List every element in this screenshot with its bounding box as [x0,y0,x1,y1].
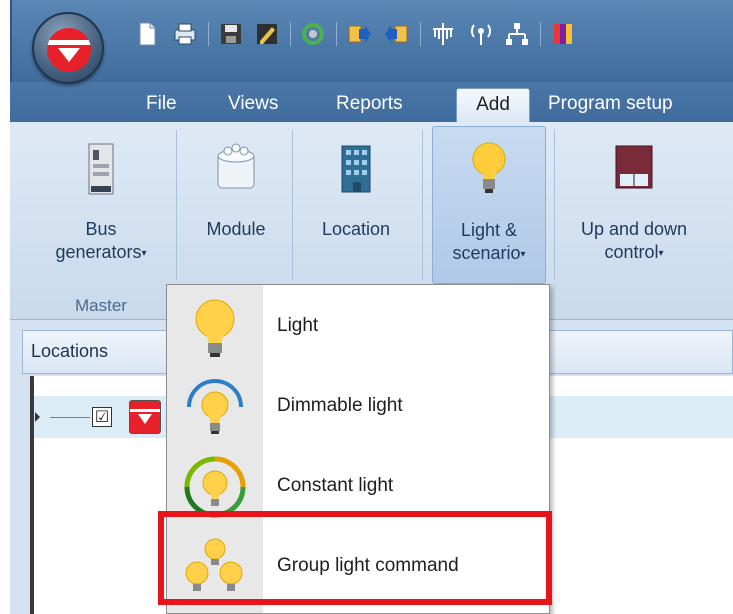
tab-add[interactable]: Add [456,88,530,122]
network-bus-icon[interactable] [430,21,456,47]
menu-item-label: Group light command [277,555,459,576]
tab-file[interactable]: File [138,88,185,122]
new-document-icon[interactable] [134,21,160,47]
title-bar [10,0,733,82]
constant-light-icon [184,456,246,518]
menu-item-label: Dimmable light [277,395,403,416]
light-scenario-label-line2: scenario [452,243,521,263]
dropdown-caret-icon: ▾ [658,247,664,259]
light-scenario-dropdown-menu: Light Dimmable light Constant light Grou… [166,284,550,614]
lightbulb-icon [195,299,235,357]
light-scenario-label-line1: Light & [460,220,518,240]
up-down-control-button[interactable]: Up and down control▾ [564,126,704,284]
print-icon[interactable] [172,21,198,47]
up-down-label-line2: control [604,242,659,262]
tab-reports[interactable]: Reports [328,88,411,122]
location-label: Location [321,219,391,239]
menu-item-dimmable-light[interactable]: Dimmable light [167,367,549,447]
tab-views[interactable]: Views [220,88,286,122]
group-light-icon [185,538,243,591]
light-scenario-button[interactable]: Light & scenario▾ [432,126,546,284]
toolbar-separator [208,22,209,46]
ribbon-separator [422,130,423,280]
ribbon-separator [554,130,555,280]
toolbar-separator [540,22,541,46]
window-blind-icon [615,145,653,189]
ribbon-separator [176,130,177,280]
menu-item-group-light-command[interactable]: Group light command [167,527,549,607]
menu-item-light[interactable]: Light [167,287,549,367]
module-icon [217,143,255,189]
tree-checkbox[interactable]: ☑ [92,407,112,427]
module-button[interactable]: Module [186,126,286,284]
app-menu-orb[interactable] [32,12,104,84]
export-icon[interactable] [346,21,372,47]
quick-access-toolbar [130,12,733,56]
up-down-label-line1: Up and down [580,219,688,239]
lightbulb-icon [472,142,506,193]
save-icon[interactable] [218,21,244,47]
ribbon-group-label-master: Master [75,296,127,315]
tab-program-setup[interactable]: Program setup [540,88,681,122]
location-button[interactable]: Location [300,126,412,284]
module-label: Module [206,219,266,239]
bus-generators-label-line1: Bus [85,219,117,239]
dimmable-light-icon [187,379,243,434]
bus-generators-button[interactable]: Bus generators▾ [32,126,170,284]
toolbar-separator [290,22,291,46]
refresh-icon[interactable] [300,21,326,47]
app-window: File Views Reports Add Program setup Bus… [0,0,733,614]
ribbon-tab-row: File Views Reports Add Program setup [10,82,733,122]
bus-generator-icon [88,143,114,195]
color-palette-icon[interactable] [550,21,576,47]
panel-title: Locations [31,341,109,361]
menu-item-constant-light[interactable]: Constant light [167,447,549,527]
tree-connector-line [50,417,90,418]
edit-icon[interactable] [254,21,280,47]
menu-item-label: Light [277,315,319,336]
dropdown-caret-icon: ▾ [141,247,147,259]
expand-arrow-icon[interactable] [34,410,42,424]
building-icon [341,145,371,193]
menu-item-label: Constant light [277,475,394,496]
network-tree-icon[interactable] [504,21,530,47]
toolbar-separator [336,22,337,46]
dropdown-caret-icon: ▾ [520,248,526,260]
antenna-icon[interactable] [468,21,494,47]
brand-logo-icon [129,400,161,434]
ribbon-separator [292,130,293,280]
import-icon[interactable] [384,21,410,47]
bus-generators-label-line2: generators [55,242,142,262]
toolbar-separator [420,22,421,46]
brand-logo [47,28,91,72]
